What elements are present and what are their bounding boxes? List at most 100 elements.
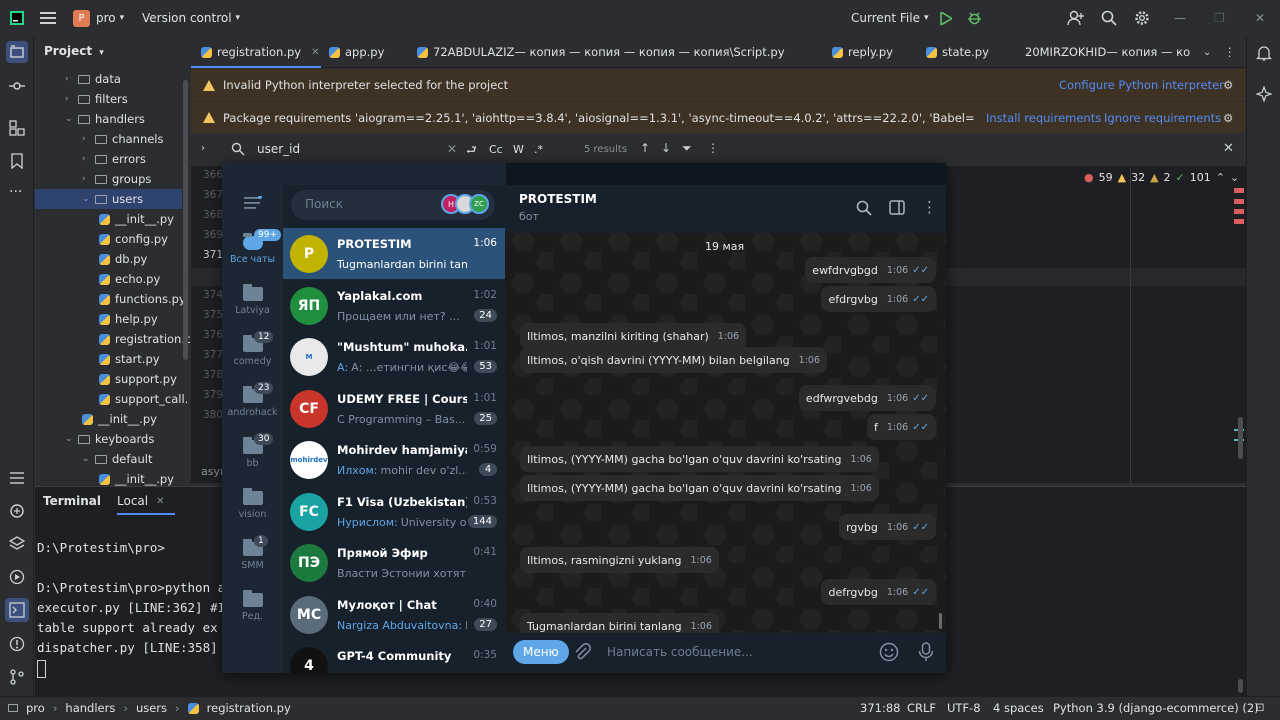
tab-script[interactable]: 72ABDULAZIZ— копия — копия — копия — коп… bbox=[417, 36, 802, 68]
chat-title[interactable]: PROTESTIM bbox=[519, 192, 597, 206]
run-icon[interactable] bbox=[940, 0, 952, 36]
project-selector[interactable]: P pro ▾ bbox=[73, 0, 124, 36]
tree-folder[interactable]: › data bbox=[65, 69, 121, 89]
tree-file[interactable]: __init__.py bbox=[82, 409, 157, 429]
outgoing-message[interactable]: f 1:06 ✓✓ bbox=[867, 414, 936, 440]
editor-scrollbar[interactable] bbox=[1238, 417, 1243, 459]
chat-list-item[interactable]: mohirdev Mohirdev hamjamiyati 0:59 Илхом:mo… bbox=[283, 434, 505, 485]
folder-tab[interactable]: 1 SMM bbox=[222, 531, 283, 581]
clear-search-icon[interactable]: ✕ bbox=[447, 142, 457, 156]
filter-icon[interactable]: ⏷ bbox=[682, 141, 692, 156]
debug-icon[interactable] bbox=[967, 0, 982, 36]
tree-file[interactable]: config.py bbox=[99, 229, 168, 249]
expand-replace-chevron-icon[interactable]: › bbox=[201, 143, 205, 154]
message-input[interactable]: Написать сообщение... bbox=[607, 645, 753, 659]
chat-list-item[interactable]: P PROTESTIM 1:06 Tugmanlardan birini tanlan… bbox=[283, 228, 505, 279]
indent-setting[interactable]: 4 spaces bbox=[993, 701, 1044, 715]
services-icon[interactable] bbox=[9, 569, 25, 585]
chat-list-item[interactable]: 4 GPT-4 Community 0:35... bbox=[283, 640, 505, 673]
more-options-icon[interactable]: ⋮ bbox=[707, 141, 719, 155]
more-tools-icon[interactable]: ··· bbox=[9, 184, 22, 200]
folder-tab[interactable]: 12 comedy bbox=[222, 327, 283, 377]
tree-file[interactable]: registration.py bbox=[99, 329, 190, 349]
configure-interpreter-link[interactable]: Configure Python interpreter bbox=[1059, 78, 1224, 92]
match-case-toggle[interactable]: Cc bbox=[489, 143, 503, 156]
breadcrumb-item[interactable]: pro bbox=[26, 701, 45, 715]
chat-list-item[interactable]: CF UDEMY FREE | Cours... 1:01 C Programming… bbox=[283, 383, 505, 434]
close-find-icon[interactable]: ✕ bbox=[1223, 141, 1234, 156]
error-stripe-mark[interactable] bbox=[1234, 188, 1244, 193]
tree-folder[interactable]: › groups bbox=[82, 169, 151, 189]
add-user-icon[interactable] bbox=[1067, 0, 1084, 36]
error-stripe-mark[interactable] bbox=[1234, 219, 1244, 224]
tree-file[interactable]: __init__.py bbox=[99, 209, 174, 229]
attach-icon[interactable] bbox=[573, 643, 591, 664]
chevron-down-icon[interactable]: ⌄ bbox=[65, 434, 75, 444]
chat-list-item[interactable]: MC Мулоқот | Chat 0:40 Nargiza Abduvaitovna… bbox=[283, 589, 505, 640]
hamburger-menu-icon[interactable] bbox=[244, 195, 262, 213]
tree-folder[interactable]: › channels bbox=[82, 129, 164, 149]
emoji-icon[interactable] bbox=[879, 642, 899, 665]
whole-word-toggle[interactable]: W bbox=[513, 143, 524, 156]
breadcrumb-item[interactable]: handlers bbox=[65, 701, 115, 715]
tree-folder[interactable]: › errors bbox=[82, 149, 146, 169]
tree-file[interactable]: functions.py bbox=[99, 289, 186, 309]
project-panel-header[interactable]: Project ▾ bbox=[44, 44, 104, 58]
incoming-message[interactable]: Iltimos, (YYYY-MM) gacha bo'lgan o'quv d… bbox=[520, 475, 879, 501]
folder-tab[interactable]: Latviya bbox=[222, 276, 283, 326]
error-stripe-mark[interactable] bbox=[1234, 209, 1244, 214]
incoming-message[interactable]: Iltimos, manzilni kiriting (shahar) 1:06 bbox=[520, 323, 747, 349]
outgoing-message[interactable]: defrgvbg 1:06 ✓✓ bbox=[821, 579, 936, 605]
tree-file[interactable]: help.py bbox=[99, 309, 158, 329]
folder-tab[interactable]: vision bbox=[222, 480, 283, 530]
python-interpreter[interactable]: Python 3.9 (django-ecommerce) (2) bbox=[1053, 701, 1259, 715]
folder-tab[interactable]: 23 androhack bbox=[222, 378, 283, 428]
outgoing-message[interactable]: edfwrgvebdg 1:06 ✓✓ bbox=[798, 385, 936, 411]
tree-folder[interactable]: ⌄ users bbox=[35, 189, 182, 209]
install-requirements-link[interactable]: Install requirements bbox=[986, 111, 1101, 125]
next-occurrence-icon[interactable]: ↓ bbox=[661, 141, 671, 155]
story-avatar[interactable]: ZC bbox=[469, 194, 489, 214]
search-field[interactable]: Поиск H ZC bbox=[291, 190, 495, 220]
tree-file[interactable]: support_call. bbox=[99, 389, 188, 409]
layers-icon[interactable] bbox=[9, 536, 25, 552]
chevron-right-icon[interactable]: › bbox=[82, 174, 92, 184]
folder-tab[interactable]: 99+ Все чаты bbox=[222, 225, 283, 275]
incoming-message[interactable]: Iltimos, (YYYY-MM) gacha bo'lgan o'quv d… bbox=[520, 446, 879, 472]
git-icon[interactable] bbox=[9, 669, 25, 685]
search-input[interactable]: user_id bbox=[257, 142, 300, 156]
sidebar-toggle-icon[interactable] bbox=[889, 200, 905, 218]
chevron-down-icon[interactable]: ⌄ bbox=[82, 454, 92, 464]
chat-list-item[interactable]: FC F1 Visa (Uzbekistan) ... 0:53 Нурислом:U… bbox=[283, 486, 505, 537]
ignore-requirements-link[interactable]: Ignore requirements bbox=[1104, 111, 1221, 125]
project-scrollbar[interactable] bbox=[183, 80, 188, 360]
incoming-message[interactable]: Iltimos, o'qish davrini (YYYY-MM) bilan … bbox=[520, 347, 828, 373]
minimize-button[interactable]: — bbox=[1174, 0, 1186, 36]
todo-list-icon[interactable] bbox=[9, 470, 25, 486]
incoming-message[interactable]: Iltimos, rasmingizni yuklang 1:06 bbox=[520, 547, 719, 573]
close-window-button[interactable]: ✕ bbox=[1255, 0, 1265, 36]
tree-folder[interactable]: ⌄ keyboards bbox=[65, 429, 154, 449]
banner-gear-icon[interactable]: ⚙ bbox=[1223, 78, 1233, 92]
problems-icon[interactable] bbox=[9, 636, 25, 652]
chevron-down-icon[interactable]: ⌄ bbox=[1230, 171, 1239, 184]
chevron-right-icon[interactable]: › bbox=[65, 74, 75, 84]
tree-file[interactable]: support.py bbox=[99, 369, 177, 389]
folder-tab[interactable]: 30 bb bbox=[222, 429, 283, 479]
outgoing-message[interactable]: efdrgvbg 1:06 ✓✓ bbox=[821, 286, 936, 312]
tree-file[interactable]: start.py bbox=[99, 349, 160, 369]
outgoing-message[interactable]: rgvbg 1:06 ✓✓ bbox=[839, 514, 936, 540]
regex-toggle[interactable]: .* bbox=[534, 143, 543, 156]
tab-registration[interactable]: registration.py ✕ bbox=[201, 36, 320, 68]
stories-row[interactable]: H ZC bbox=[441, 194, 489, 214]
chevron-right-icon[interactable]: › bbox=[65, 94, 75, 104]
ai-assistant-icon[interactable] bbox=[1256, 86, 1272, 102]
tree-file[interactable]: echo.py bbox=[99, 269, 160, 289]
tree-folder[interactable]: ⌄ default bbox=[82, 449, 152, 469]
settings-gear-icon[interactable] bbox=[1134, 0, 1150, 36]
tab-list-chevron-icon[interactable]: ⌄ bbox=[1203, 36, 1211, 68]
tree-folder[interactable]: › filters bbox=[65, 89, 128, 109]
chat-list-item[interactable]: ПЭ Прямой Эфир 0:41 Власти Эстонии хотят ра… bbox=[283, 537, 505, 588]
structure-icon[interactable] bbox=[9, 120, 25, 136]
python-packages-icon[interactable] bbox=[9, 503, 25, 519]
